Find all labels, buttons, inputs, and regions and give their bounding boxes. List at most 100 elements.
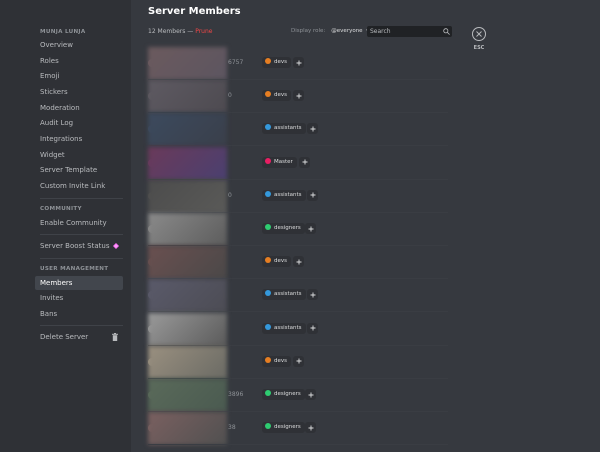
role-color-dot[interactable] <box>265 323 271 330</box>
plus-icon <box>308 425 313 431</box>
plus-icon <box>308 226 313 231</box>
esc-label: ESC <box>473 45 485 51</box>
community-header: COMMUNITY <box>40 206 82 212</box>
member-row[interactable]: devs <box>148 345 448 379</box>
member-row[interactable]: assistants <box>148 113 448 147</box>
sidebar-item-widget[interactable]: Widget <box>35 148 123 162</box>
member-row[interactable]: assistants <box>148 312 448 346</box>
role-color-dot[interactable] <box>265 290 271 297</box>
add-role-button[interactable] <box>305 223 316 234</box>
role-pill[interactable]: Master <box>262 156 297 168</box>
add-role-button[interactable] <box>305 389 316 400</box>
role-pill[interactable]: devs <box>262 256 291 268</box>
redacted-member-name <box>148 345 227 379</box>
redacted-member-name <box>148 379 227 412</box>
plus-icon <box>296 358 301 364</box>
sidebar-item-boost-status[interactable]: Server Boost Status <box>35 239 123 253</box>
boost-gem-icon <box>113 243 119 249</box>
role-pill[interactable]: assistants <box>262 123 306 135</box>
members-panel: Server Members 12 Members — Prune Displa… <box>131 0 600 452</box>
role-color-dot[interactable] <box>265 390 271 396</box>
sidebar-divider <box>40 198 123 199</box>
sidebar-item-stickers[interactable]: Stickers <box>35 85 123 99</box>
sidebar-item-bans[interactable]: Bans <box>35 307 123 321</box>
plus-icon <box>310 325 315 331</box>
role-color-dot[interactable] <box>265 190 271 197</box>
member-row[interactable]: Master <box>148 146 448 180</box>
add-role-button[interactable] <box>307 123 318 135</box>
sidebar-item-integrations[interactable]: Integrations <box>35 132 123 146</box>
role-color-dot[interactable] <box>265 257 271 264</box>
sidebar-item-emoji[interactable]: Emoji <box>35 69 123 83</box>
redacted-member-name <box>148 80 227 114</box>
member-row[interactable]: 0 assistants <box>148 179 448 213</box>
role-pill[interactable]: assistants <box>262 322 306 334</box>
close-settings-button[interactable]: ESC <box>470 27 488 51</box>
prune-link[interactable]: Prune <box>195 28 212 35</box>
add-role-button[interactable] <box>305 422 316 434</box>
role-color-dot[interactable] <box>265 423 271 430</box>
plus-icon <box>308 392 313 397</box>
add-role-button[interactable] <box>299 156 310 168</box>
add-role-button[interactable] <box>293 355 304 367</box>
sidebar-divider <box>40 258 123 259</box>
add-role-button[interactable] <box>307 322 318 334</box>
display-role-value: @everyone <box>331 28 363 34</box>
sidebar-item-server-template[interactable]: Server Template <box>35 163 123 177</box>
sidebar-item-delete-server[interactable]: Delete Server <box>35 330 123 344</box>
add-role-button[interactable] <box>293 256 304 268</box>
add-role-button[interactable] <box>307 189 318 201</box>
add-role-button[interactable] <box>293 90 304 102</box>
display-role-filter[interactable]: Display role: @everyone <box>291 28 373 34</box>
sidebar-item-audit-log[interactable]: Audit Log <box>35 116 123 130</box>
role-pill[interactable]: designers <box>262 422 305 434</box>
role-pill[interactable]: devs <box>262 90 291 102</box>
role-color-dot[interactable] <box>265 91 271 98</box>
redacted-member-name <box>148 279 227 313</box>
member-row[interactable]: 38 designers <box>148 412 448 446</box>
add-role-button[interactable] <box>293 57 304 68</box>
add-role-button[interactable] <box>307 289 318 301</box>
sidebar-item-members[interactable]: Members <box>35 276 123 290</box>
member-row[interactable]: designers <box>148 213 448 246</box>
role-label: devs <box>274 258 287 265</box>
trash-icon <box>112 333 118 341</box>
member-row[interactable]: 6757 devs <box>148 47 448 80</box>
member-row[interactable]: assistants <box>148 279 448 313</box>
role-color-dot[interactable] <box>265 157 271 164</box>
role-pill[interactable]: devs <box>262 57 291 68</box>
sidebar-item-overview[interactable]: Overview <box>35 38 123 52</box>
member-row[interactable]: devs <box>148 246 448 280</box>
member-tag-partial: 0 <box>228 92 232 100</box>
member-row[interactable]: 3896 designers <box>148 379 448 412</box>
role-pill[interactable]: assistants <box>262 289 306 301</box>
member-tag-partial: 38 <box>228 424 236 432</box>
member-tag-partial: 3896 <box>228 391 244 398</box>
role-color-dot[interactable] <box>265 58 271 64</box>
sidebar-divider <box>40 325 123 326</box>
search-box[interactable] <box>367 26 452 37</box>
redacted-member-name <box>148 179 227 213</box>
role-pill[interactable]: devs <box>262 355 291 367</box>
role-label: devs <box>274 357 287 364</box>
member-count-text: 12 Members — <box>148 28 194 35</box>
sidebar-divider <box>40 234 123 235</box>
search-input[interactable] <box>370 26 438 37</box>
role-pill[interactable]: designers <box>262 223 305 234</box>
row-divider <box>148 444 448 446</box>
role-color-dot[interactable] <box>265 356 271 363</box>
sidebar-item-roles[interactable]: Roles <box>35 54 123 68</box>
member-row[interactable]: 0 devs <box>148 80 448 114</box>
close-circle[interactable] <box>472 27 486 41</box>
sidebar-item-invites[interactable]: Invites <box>35 291 123 305</box>
sidebar-item-custom-invite-link[interactable]: Custom Invite Link <box>35 179 123 193</box>
role-pill[interactable]: designers <box>262 389 305 400</box>
plus-icon <box>296 60 301 65</box>
role-pill[interactable]: assistants <box>262 189 306 201</box>
sidebar-item-enable-community[interactable]: Enable Community <box>35 216 123 230</box>
role-color-dot[interactable] <box>265 124 271 131</box>
role-color-dot[interactable] <box>265 224 271 230</box>
plus-icon <box>296 93 301 99</box>
display-role-label: Display role: <box>291 28 326 34</box>
sidebar-item-moderation[interactable]: Moderation <box>35 101 123 115</box>
